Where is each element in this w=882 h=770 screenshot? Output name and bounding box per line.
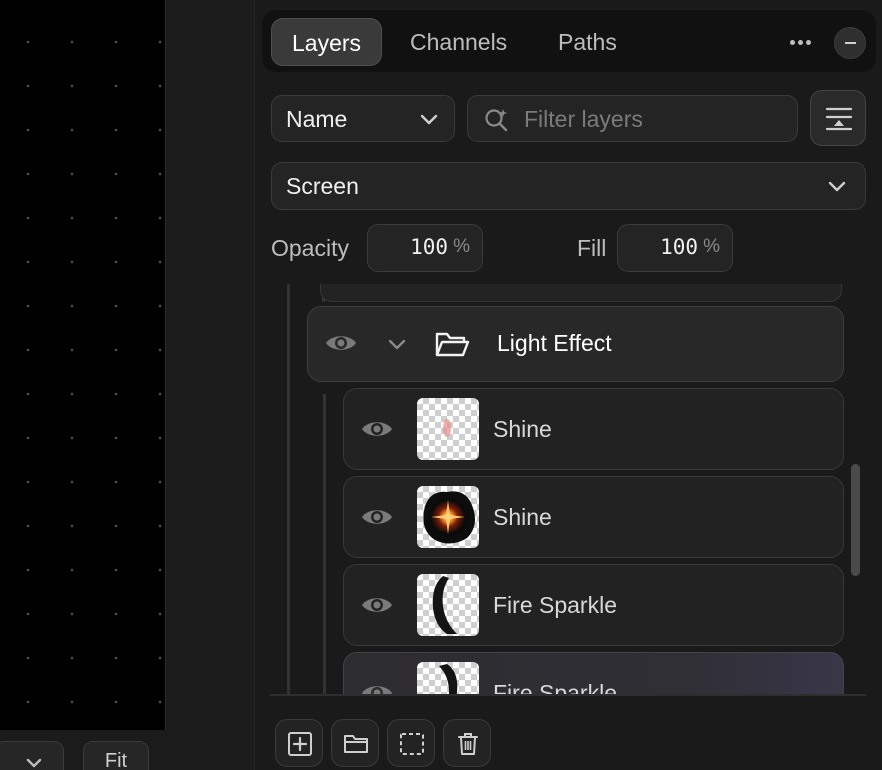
eye-icon[interactable] [360,593,394,617]
eye-icon[interactable] [324,331,358,355]
delete-layer-button[interactable] [443,719,491,767]
folder-open-icon [435,332,470,357]
layer-row[interactable]: Fire Sparkle [343,564,844,646]
layer-name: Shine [493,416,552,442]
tab-paths[interactable]: Paths [538,18,637,66]
tree-guide [323,394,326,696]
trash-icon [458,733,478,755]
layer-row[interactable]: Shine [343,476,844,558]
search-sparkle-icon [485,109,508,132]
fill-input[interactable]: 100 % [617,224,733,272]
eye-icon[interactable] [360,417,394,441]
layer-thumbnail [417,662,479,696]
add-layer-button[interactable] [275,719,323,767]
folder-icon [344,735,368,753]
add-layer-icon [288,732,312,756]
tree-guide [287,284,290,696]
filter-layers-input[interactable]: Filter layers [467,95,798,142]
layer-group-name: Light Effect [497,330,612,356]
fill-value: 100 [660,235,698,259]
toolbar-divider [270,694,866,696]
blend-mode-select[interactable]: Screen [271,162,866,210]
chevron-down-icon [420,114,438,125]
mask-selection-icon [400,733,424,755]
fit-button[interactable]: Fit [83,741,149,770]
layer-row-selected[interactable]: Fire Sparkle [343,652,844,696]
layer-thumbnail [417,398,479,460]
fill-unit: % [703,236,720,257]
panel-gutter [167,0,255,770]
more-horizontal-icon[interactable] [790,32,814,50]
fill-label: Fill [577,235,607,261]
opacity-value: 100 [410,235,448,259]
tab-channels[interactable]: Channels [390,18,527,66]
layer-group-light-effect[interactable]: Light Effect [307,306,844,382]
eye-icon[interactable] [360,505,394,529]
chevron-down-icon [26,758,42,768]
zoom-select[interactable] [0,741,64,770]
canvas-area[interactable] [0,0,166,770]
minimize-button[interactable] [834,27,866,59]
opacity-label: Opacity [271,235,349,261]
opacity-input[interactable]: 100 % [367,224,483,272]
chevron-down-icon [828,181,846,192]
filter-placeholder: Filter layers [524,106,643,132]
new-group-button[interactable] [331,719,379,767]
blend-mode-value: Screen [286,173,359,199]
opacity-unit: % [453,236,470,257]
layer-name: Shine [493,504,552,530]
filter-kind-value: Name [286,106,348,132]
layer-thumbnail [417,574,479,636]
mask-button[interactable] [387,719,435,767]
layer-row[interactable] [320,284,842,302]
layer-name: Fire Sparkle [493,592,617,618]
layers-scrollbar[interactable] [851,464,860,576]
layer-thumbnail [417,486,479,548]
filter-kind-select[interactable]: Name [271,95,455,142]
tab-layers[interactable]: Layers [271,18,383,66]
chevron-down-icon[interactable] [386,333,408,355]
layer-row[interactable]: Shine [343,388,844,470]
filter-settings-icon [825,107,853,131]
layers-list[interactable]: Light Effect Shine Shine Fire Sparkle Fi… [270,284,866,696]
filter-options-button[interactable] [810,90,866,146]
